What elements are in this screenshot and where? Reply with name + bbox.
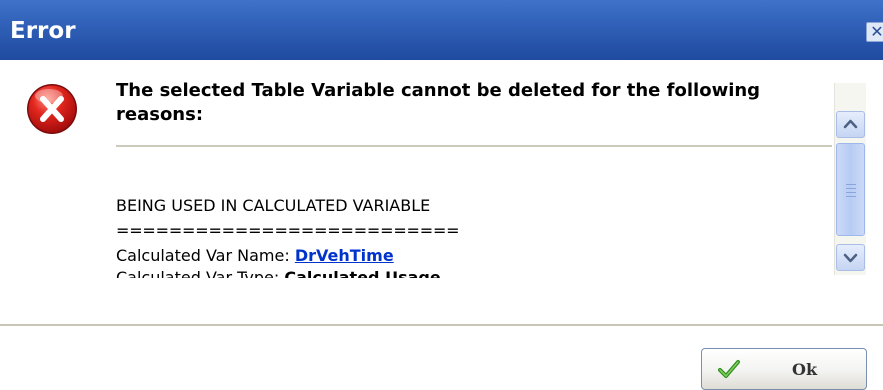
message-scrollbar[interactable]	[834, 83, 866, 275]
close-button[interactable]: ✕	[866, 22, 883, 42]
error-x-icon	[27, 84, 77, 134]
heading-divider	[116, 145, 832, 147]
scroll-thumb[interactable]	[836, 143, 865, 236]
var-name-link[interactable]: DrVehTime	[295, 246, 394, 265]
message-heading: The selected Table Variable cannot be de…	[116, 80, 761, 125]
check-icon	[718, 360, 740, 378]
var-type-label: Calculated Var Type:	[116, 268, 280, 278]
ok-button[interactable]: Ok	[701, 348, 867, 390]
calculated-var-type-row: Calculated Var Type: Calculated Usage	[116, 268, 441, 278]
title-bar[interactable]: Error ✕	[0, 0, 883, 60]
message-area: The selected Table Variable cannot be de…	[116, 76, 832, 278]
reason-title: BEING USED IN CALCULATED VARIABLE	[116, 196, 431, 215]
chevron-down-icon	[843, 253, 858, 263]
ok-button-label: Ok	[792, 360, 818, 379]
grip-line	[846, 192, 856, 193]
error-dialog: Error ✕ The selected Table Variable cann…	[0, 0, 883, 390]
reason-divider-text: ==========================	[116, 221, 460, 240]
chevron-up-icon	[843, 119, 858, 129]
scroll-up-button[interactable]	[836, 111, 865, 138]
var-type-value: Calculated Usage	[284, 268, 441, 278]
var-name-label: Calculated Var Name:	[116, 246, 290, 265]
grip-line	[846, 188, 856, 189]
scroll-down-button[interactable]	[836, 244, 865, 271]
close-icon: ✕	[870, 22, 883, 41]
footer-divider	[0, 324, 883, 326]
dialog-title: Error	[10, 18, 76, 44]
grip-line	[846, 184, 856, 185]
grip-line	[846, 196, 856, 197]
calculated-var-name-row: Calculated Var Name: DrVehTime	[116, 246, 394, 266]
